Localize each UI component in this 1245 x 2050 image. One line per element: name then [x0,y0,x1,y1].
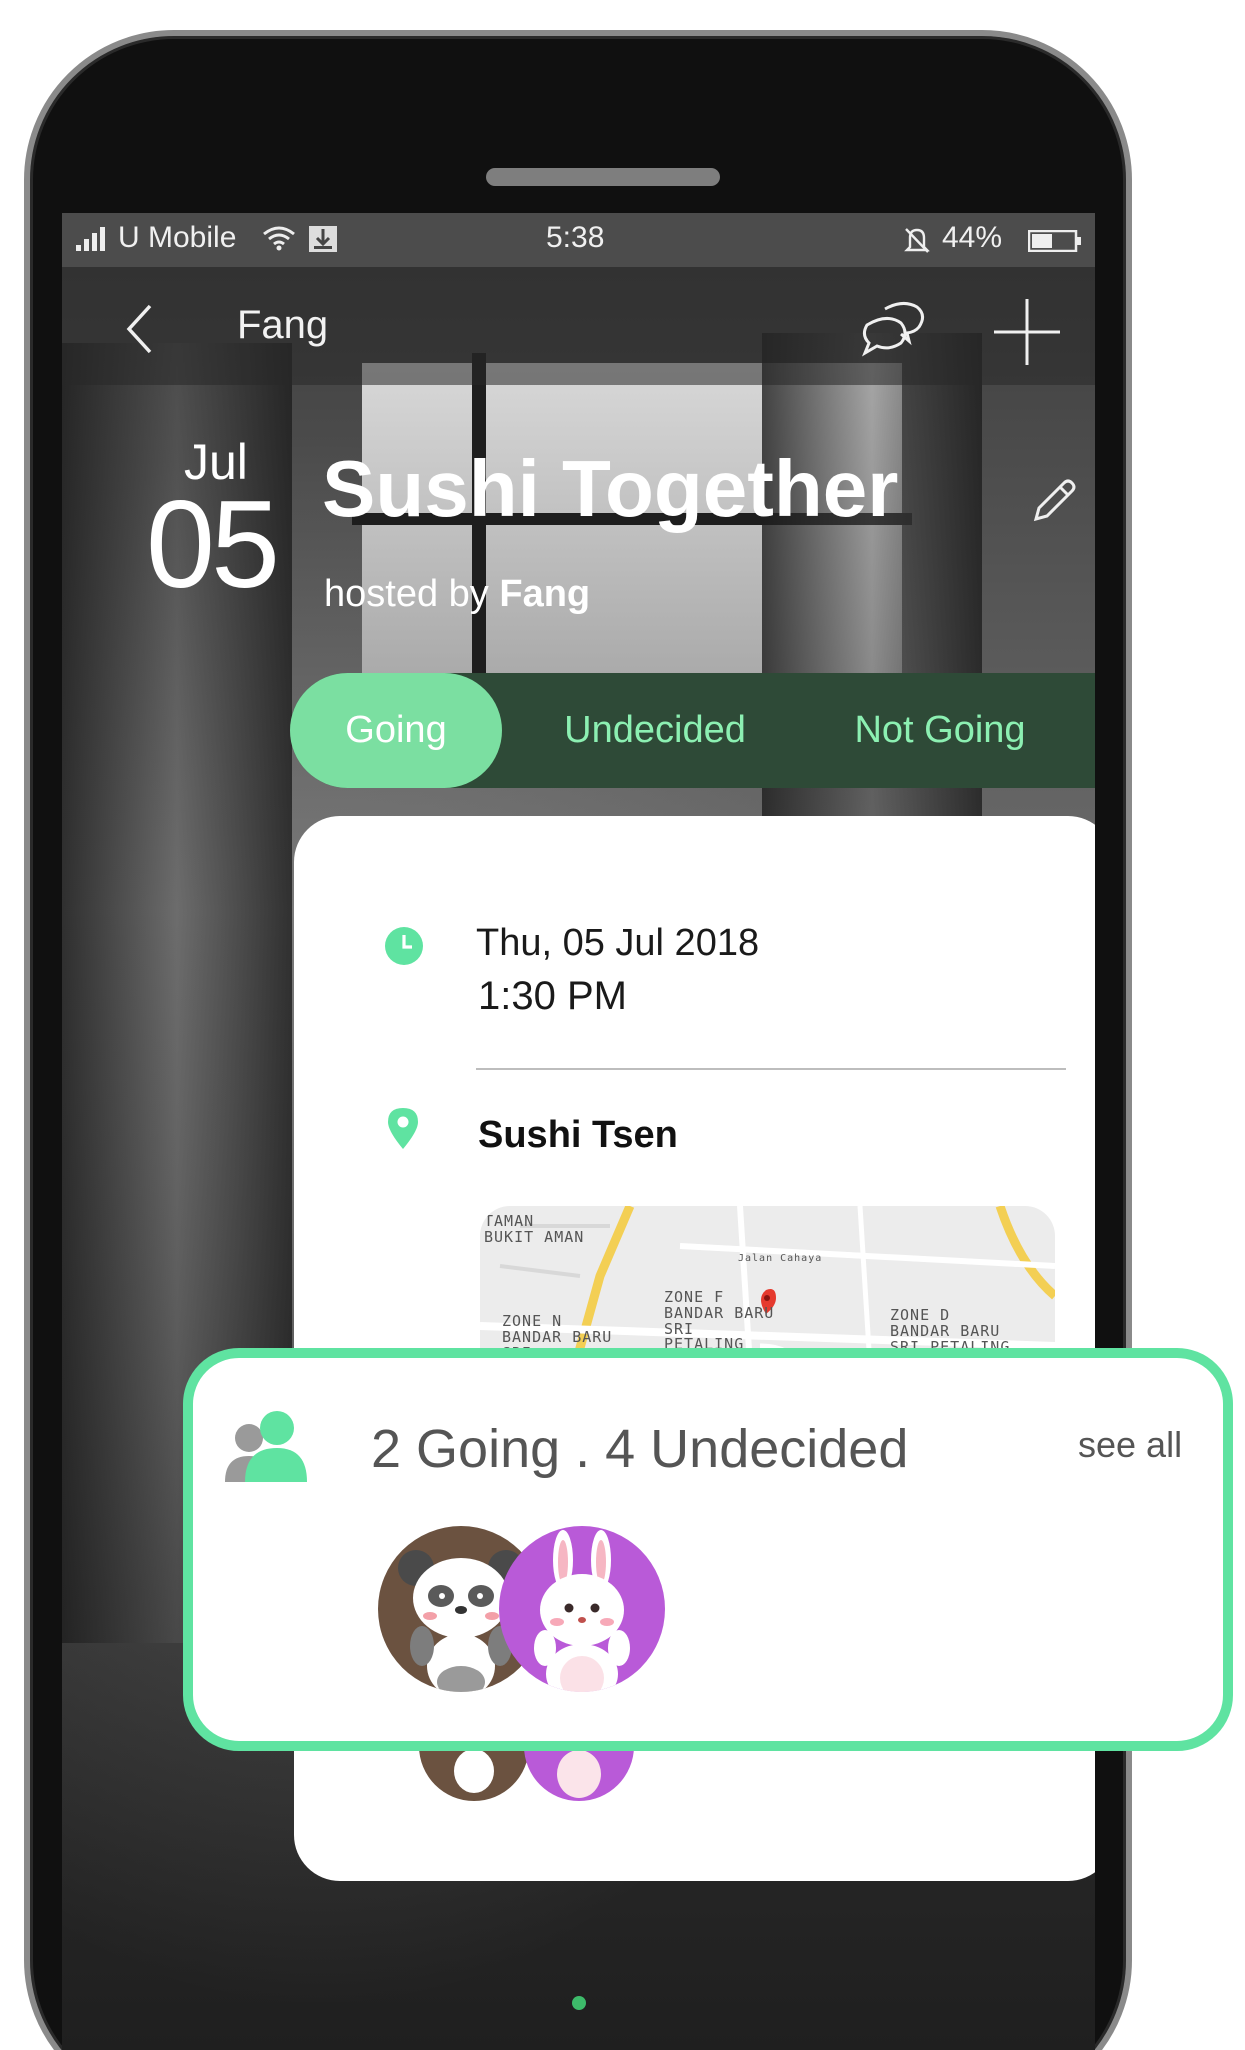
edit-pencil-icon[interactable] [1028,475,1080,527]
event-host-line: hosted by Fang [324,573,590,616]
event-title: Sushi Together [322,444,899,533]
bunny-illustration [534,1530,630,1692]
location-pin-icon [388,1108,418,1149]
tab-not-going[interactable]: Not Going [790,673,1090,788]
event-time: 1:30 PM [478,974,627,1018]
see-all-link[interactable]: see all [1078,1424,1182,1466]
page-indicator-dot [572,1996,586,2010]
rsvp-tabs: Going Undecided Not Going [290,673,1095,788]
host-name[interactable]: Fang [499,573,590,615]
app-screen: U Mobile 5:38 44% Fang Jul 05 Sushi Toge… [62,213,1095,2050]
back-icon[interactable] [124,303,154,355]
clock-icon [385,927,423,965]
clock-time: 5:38 [546,221,605,254]
plus-icon[interactable] [992,297,1062,367]
signal-icon [76,227,105,251]
tab-going[interactable]: Going [290,673,502,788]
battery-icon [1028,230,1081,252]
chat-icon[interactable] [857,297,927,357]
download-icon [309,226,337,252]
map-label: Jalan Cahaya [738,1253,823,1264]
event-day: 05 [146,476,280,614]
bunny-avatar[interactable] [499,1526,665,1692]
nav-title: Fang [237,303,329,347]
attendees-card: 2 Going . 4 Undecided see all [183,1348,1233,1751]
carrier-name: U Mobile [118,221,237,254]
nav-bar: Fang [62,267,1095,385]
silent-bell-icon [904,228,930,253]
map-label: TAMAN BUKIT AMAN [484,1212,585,1246]
event-date: Thu, 05 Jul 2018 [476,922,760,964]
battery-percentage: 44% [942,221,1003,254]
map-label: ZONE F BANDAR BARU SRI PETALING [664,1288,775,1354]
people-icon [225,1411,307,1482]
status-bar: U Mobile 5:38 44% [62,213,1095,267]
tab-undecided[interactable]: Undecided [540,673,770,788]
location-map[interactable]: TAMAN BUKIT AMAN ZONE F BANDAR BARU SRI … [480,1206,1055,1366]
phone-speaker [486,168,720,186]
wifi-icon [263,226,295,251]
attendance-summary: 2 Going . 4 Undecided [371,1419,909,1479]
divider [476,1068,1066,1070]
hosted-by-label: hosted by [324,573,489,615]
venue-name[interactable]: Sushi Tsen [478,1114,678,1157]
